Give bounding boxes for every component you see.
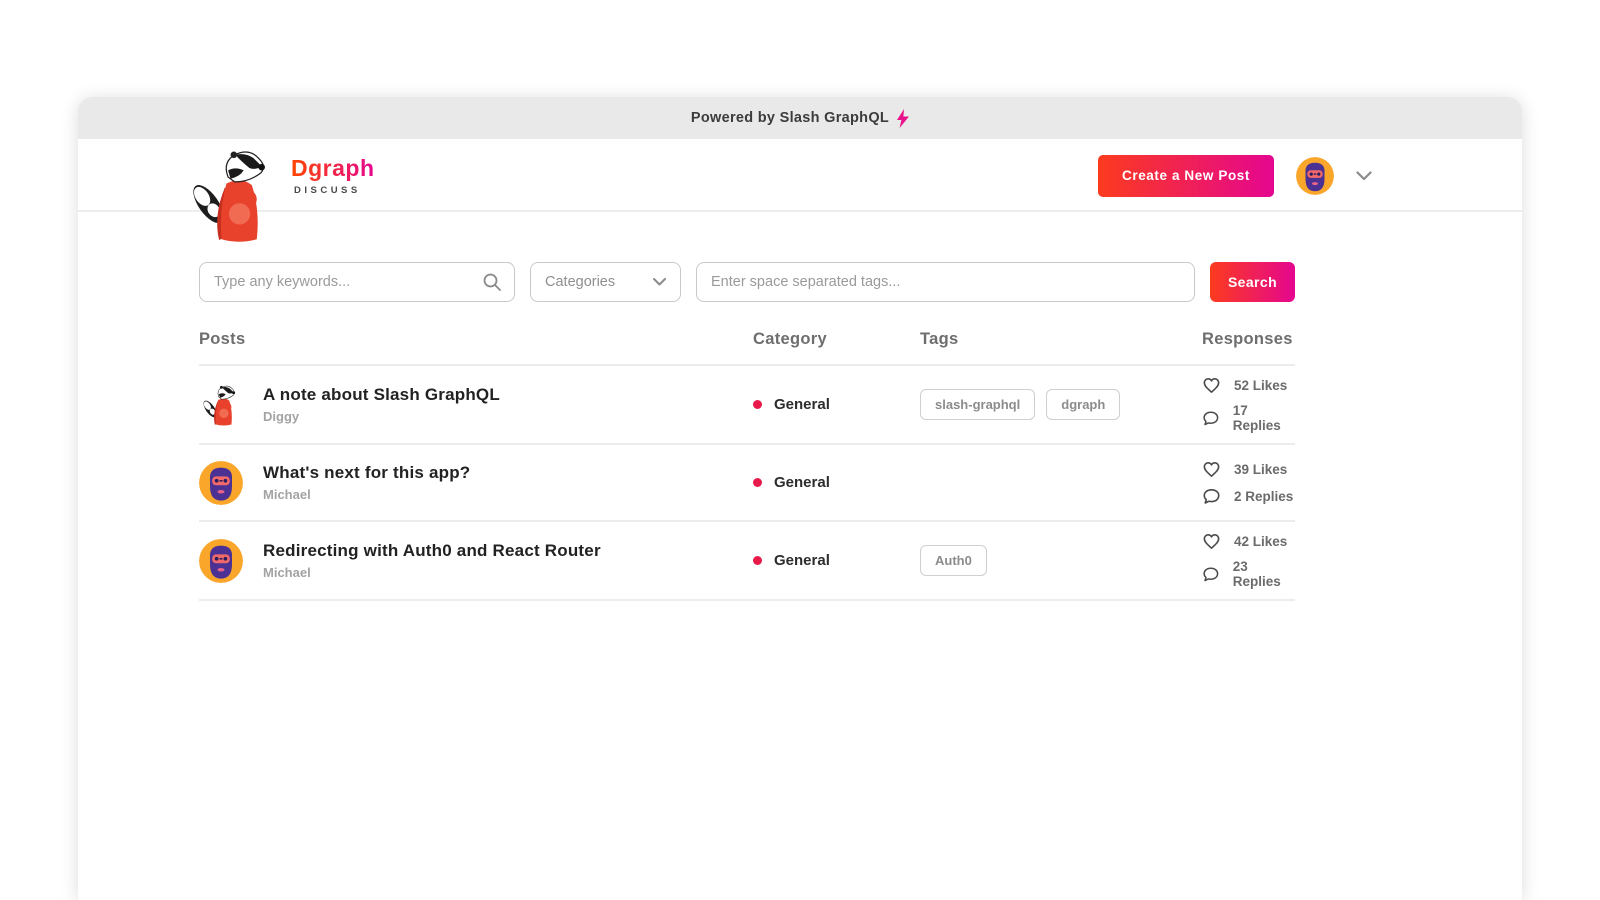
tags-input[interactable] bbox=[696, 262, 1195, 302]
category-dot bbox=[753, 478, 762, 487]
keywords-field-wrap bbox=[199, 262, 515, 302]
category-dot bbox=[753, 400, 762, 409]
dgraph-badger-mascot-logo bbox=[190, 145, 276, 245]
replies-line: 17 Replies bbox=[1202, 403, 1295, 433]
likes-count: 42 Likes bbox=[1234, 534, 1287, 549]
likes-count: 52 Likes bbox=[1234, 378, 1287, 393]
search-icon bbox=[482, 272, 502, 292]
heart-icon bbox=[1202, 376, 1221, 395]
user-avatar-image bbox=[1296, 157, 1334, 195]
header-actions: Create a New Post bbox=[1098, 139, 1372, 212]
category-label: General bbox=[774, 396, 830, 413]
post-cell: Redirecting with Auth0 and React Router … bbox=[199, 539, 753, 583]
category-dot bbox=[753, 556, 762, 565]
post-author-avatar bbox=[199, 461, 243, 505]
banner-text: Powered by Slash GraphQL bbox=[691, 110, 889, 126]
reply-bubble-icon bbox=[1202, 565, 1220, 584]
likes-line: 42 Likes bbox=[1202, 532, 1295, 551]
post-cell: A note about Slash GraphQL Diggy bbox=[199, 383, 753, 427]
posts-table: Posts Category Tags Responses A note abo… bbox=[199, 330, 1295, 601]
app-window: Powered by Slash GraphQL Dgraph DISCUSS … bbox=[78, 97, 1522, 900]
responses-cell: 42 Likes 23 Replies bbox=[1202, 532, 1295, 589]
responses-cell: 52 Likes 17 Replies bbox=[1202, 376, 1295, 433]
category-label: General bbox=[774, 552, 830, 569]
chevron-down-icon[interactable] bbox=[1356, 171, 1372, 181]
post-text-block: What's next for this app? Michael bbox=[263, 463, 470, 502]
heart-icon bbox=[1202, 460, 1221, 479]
responses-cell: 39 Likes 2 Replies bbox=[1202, 460, 1295, 506]
search-bar: Categories Search bbox=[199, 262, 1295, 302]
categories-dropdown-label: Categories bbox=[545, 274, 615, 290]
likes-line: 39 Likes bbox=[1202, 460, 1295, 479]
powered-by-banner: Powered by Slash GraphQL bbox=[78, 97, 1522, 139]
keywords-input[interactable] bbox=[199, 262, 515, 302]
chevron-down-icon bbox=[653, 278, 666, 286]
heart-icon bbox=[1202, 532, 1221, 551]
brand-name: Dgraph bbox=[291, 155, 375, 182]
column-header-responses: Responses bbox=[1202, 330, 1295, 349]
tag-chip[interactable]: Auth0 bbox=[920, 545, 987, 576]
brand-subtitle: DISCUSS bbox=[294, 185, 375, 196]
categories-dropdown[interactable]: Categories bbox=[530, 262, 681, 302]
post-author: Diggy bbox=[263, 409, 500, 424]
post-text-block: A note about Slash GraphQL Diggy bbox=[263, 385, 500, 424]
post-author-avatar bbox=[199, 539, 243, 583]
replies-count: 2 Replies bbox=[1234, 489, 1293, 504]
post-title[interactable]: Redirecting with Auth0 and React Router bbox=[263, 541, 601, 561]
replies-line: 2 Replies bbox=[1202, 487, 1295, 506]
likes-line: 52 Likes bbox=[1202, 376, 1295, 395]
table-row[interactable]: Redirecting with Auth0 and React Router … bbox=[199, 522, 1295, 601]
brand-block: Dgraph DISCUSS bbox=[291, 155, 375, 196]
create-new-post-button[interactable]: Create a New Post bbox=[1098, 155, 1274, 197]
tags-cell: slash-graphql dgraph bbox=[920, 389, 1202, 420]
category-cell: General bbox=[753, 552, 920, 569]
post-title[interactable]: What's next for this app? bbox=[263, 463, 470, 483]
column-header-posts: Posts bbox=[199, 330, 753, 349]
main-content: Categories Search Posts Category Tags Re… bbox=[199, 262, 1295, 601]
tag-chip[interactable]: slash-graphql bbox=[920, 389, 1035, 420]
post-cell: What's next for this app? Michael bbox=[199, 461, 753, 505]
avatar-image bbox=[199, 539, 243, 583]
category-cell: General bbox=[753, 396, 920, 413]
table-header-row: Posts Category Tags Responses bbox=[199, 330, 1295, 366]
replies-count: 23 Replies bbox=[1233, 559, 1295, 589]
column-header-tags: Tags bbox=[920, 330, 1202, 349]
app-header: Dgraph DISCUSS Create a New Post bbox=[78, 139, 1522, 212]
reply-bubble-icon bbox=[1202, 409, 1220, 428]
replies-count: 17 Replies bbox=[1233, 403, 1295, 433]
tags-field-wrap bbox=[696, 262, 1195, 302]
column-header-category: Category bbox=[753, 330, 920, 349]
replies-line: 23 Replies bbox=[1202, 559, 1295, 589]
table-row[interactable]: What's next for this app? Michael Genera… bbox=[199, 445, 1295, 522]
post-author-avatar-badger bbox=[199, 383, 243, 427]
lightning-icon bbox=[897, 109, 909, 128]
category-cell: General bbox=[753, 474, 920, 491]
tag-chip[interactable]: dgraph bbox=[1046, 389, 1120, 420]
tags-cell: Auth0 bbox=[920, 545, 1202, 576]
post-text-block: Redirecting with Auth0 and React Router … bbox=[263, 541, 601, 580]
post-author: Michael bbox=[263, 487, 470, 502]
post-author: Michael bbox=[263, 565, 601, 580]
search-button[interactable]: Search bbox=[1210, 262, 1295, 302]
likes-count: 39 Likes bbox=[1234, 462, 1287, 477]
reply-bubble-icon bbox=[1202, 487, 1221, 506]
table-row[interactable]: A note about Slash GraphQL Diggy General… bbox=[199, 366, 1295, 445]
user-avatar[interactable] bbox=[1296, 157, 1334, 195]
avatar-image bbox=[199, 461, 243, 505]
post-title[interactable]: A note about Slash GraphQL bbox=[263, 385, 500, 405]
category-label: General bbox=[774, 474, 830, 491]
